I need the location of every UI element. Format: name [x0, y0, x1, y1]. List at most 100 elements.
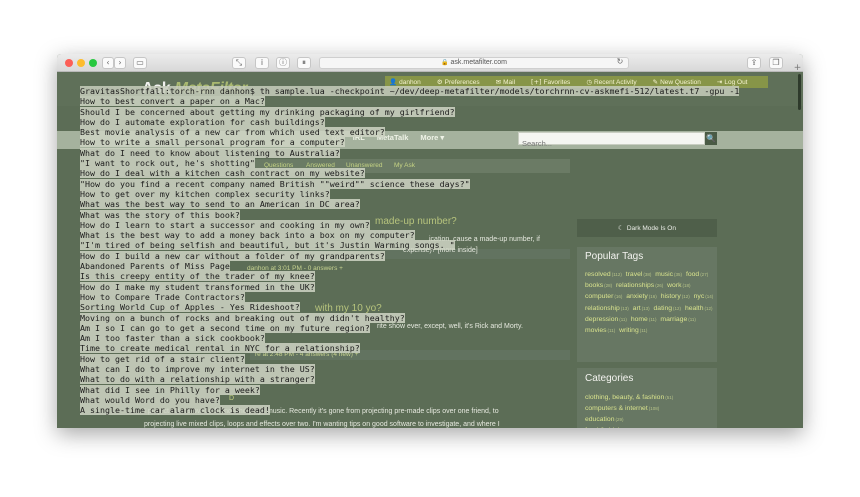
terminal-line: What was the story of this book? [80, 209, 780, 220]
terminal-line-text: What is the best way to add a money back… [80, 230, 415, 241]
terminal-line: Time to create medical rental in NYC for… [80, 343, 780, 354]
terminal-line: "I'm tired of being selfish and beautifu… [80, 240, 780, 251]
toolbar-button-1[interactable]: ⤡ [232, 57, 246, 69]
terminal-line: What is the best way to add a money back… [80, 230, 780, 241]
pause-icon: ⏸ [302, 58, 306, 67]
terminal-line: How to get over my kitchen complex secur… [80, 188, 780, 199]
terminal-line-text: Best movie analysis of a new car from wh… [80, 127, 385, 138]
terminal-line: What would Word do you have? [80, 394, 780, 405]
close-window-button[interactable] [65, 59, 73, 67]
terminal-line-text: What did I see in Philly for a week? [80, 384, 260, 395]
terminal-line: Sorting World Cup of Apples - Yes Ridesh… [80, 302, 780, 313]
terminal-line: What was the best way to send to an Amer… [80, 199, 780, 210]
user-icon: 👤 [389, 78, 398, 86]
terminal-line: What can I do to improve my internet in … [80, 364, 780, 375]
terminal-line-text: How to get rid of a stair client? [80, 353, 245, 364]
reload-button[interactable]: ↻ [615, 57, 625, 69]
address-bar[interactable]: 🔒 ask.metafilter.com [319, 57, 629, 69]
reload-icon: ↻ [616, 57, 624, 66]
tabs-icon: ❐ [772, 58, 780, 67]
terminal-line-text: Should I be concerned about getting my d… [80, 106, 455, 117]
terminal-line: How to Compare Trade Contractors? [80, 291, 780, 302]
share-button[interactable]: ⇪ [747, 57, 761, 69]
lock-icon: 🔒 [441, 59, 449, 66]
terminal-line-text: "How do you find a recent company named … [80, 178, 470, 189]
terminal-line-text: "I'm tired of being selfish and beautifu… [80, 240, 455, 251]
terminal-line-text: How do I automate exploration for cash b… [80, 116, 325, 127]
terminal-line-text: What do I need to know about listening t… [80, 147, 340, 158]
terminal-line-text: How do I learn to start a successor and … [80, 219, 370, 230]
terminal-line: How do I build a new car without a folde… [80, 250, 780, 261]
tabs-button[interactable]: ❐ [769, 57, 783, 69]
user-link-favorites[interactable]: [+] Favorites [531, 78, 578, 86]
minimize-window-button[interactable] [77, 59, 85, 67]
clock-icon: ◷ [586, 78, 592, 86]
terminal-line: How to write a small personal program fo… [80, 137, 780, 148]
terminal-line-text: What can I do to improve my internet in … [80, 364, 315, 375]
sidebar-button[interactable]: ▭ [133, 57, 147, 69]
category-count: (29) [615, 417, 624, 422]
mail-icon: ✉ [495, 78, 502, 86]
terminal-line-text: Is this creepy entity of the trader of m… [80, 271, 315, 282]
browser-window: ‹ › ▭ ⤡ ⅰ ⓘ ⏸ ⊕ 🔒ask.metafilter.com ↻ ⇪ … [57, 54, 803, 428]
gear-icon: ⚙ [436, 78, 443, 86]
terminal-line: How do I make my student transformed in … [80, 281, 780, 292]
terminal-line-text: Am I too faster than a sick cookbook? [80, 333, 265, 344]
logout-icon: ⇥ [716, 78, 723, 86]
scrollbar-thumb[interactable] [798, 74, 801, 110]
terminal-line: What did I see in Philly for a week? [80, 384, 780, 395]
user-link-preferences[interactable]: ⚙ Preferences [437, 78, 488, 86]
terminal-line-text: What was the story of this book? [80, 209, 240, 220]
terminal-line: Am I too faster than a sick cookbook? [80, 333, 780, 344]
pencil-icon: ✎ [652, 78, 659, 86]
toolbar-button-3[interactable]: ⓘ [276, 57, 290, 69]
category-name: food & drink [585, 427, 621, 428]
back-button[interactable]: ‹ [102, 57, 114, 69]
zoom-window-button[interactable] [89, 59, 97, 67]
terminal-line: "I want to rock out, he's shotting" [80, 158, 780, 169]
back-arrow-icon: ‹ [106, 58, 110, 67]
info-icon: ⓘ [279, 58, 287, 67]
toolbar-button-4[interactable]: ⏸ [297, 57, 311, 69]
terminal-line-text: How do I deal with a kitchen cash contra… [80, 168, 365, 179]
terminal-line: Is this creepy entity of the trader of m… [80, 271, 780, 282]
terminal-line: What do I need to know about listening t… [80, 147, 780, 158]
terminal-line-text: How to get over my kitchen complex secur… [80, 188, 330, 199]
terminal-line: How do I automate exploration for cash b… [80, 116, 780, 127]
terminal-line: Moving on a bunch of rocks and breaking … [80, 312, 780, 323]
terminal-line: Am I so I can go to get a second time on… [80, 322, 780, 333]
terminal-line-text: Abandoned Parents of Miss Page [80, 261, 230, 272]
user-link-mail[interactable]: ✉ Mail [496, 78, 523, 86]
reader-icon: ⅰ [260, 58, 264, 67]
user-link-log-out[interactable]: ⇥ Log Out [717, 78, 756, 86]
terminal-line: "How do you find a recent company named … [80, 178, 780, 189]
browser-toolbar: ‹ › ▭ ⤡ ⅰ ⓘ ⏸ ⊕ 🔒ask.metafilter.com ↻ ⇪ … [57, 54, 803, 72]
terminal-line: How to get rid of a stair client? [80, 353, 780, 364]
terminal-line: Abandoned Parents of Miss Page [80, 261, 780, 272]
terminal-line-text: What was the best way to send to an Amer… [80, 199, 360, 210]
terminal-line-text: Sorting World Cup of Apples - Yes Ridesh… [80, 302, 300, 313]
terminal-line-text: Moving on a bunch of rocks and breaking … [80, 312, 405, 323]
category-name: education [585, 416, 615, 423]
user-link-recent-activity[interactable]: ◷ Recent Activity [586, 78, 644, 86]
terminal-command-line: GravitasShortfall:torch-rnn danhon$ th s… [80, 86, 780, 96]
terminal-line: A single-time car alarm clock is dead! [80, 405, 780, 416]
toolbar-button-2[interactable]: ⅰ [255, 57, 269, 69]
terminal-line-text: How do I build a new car without a folde… [80, 250, 385, 261]
terminal-line: How to best convert a paper on a Mac? [80, 96, 780, 107]
web-page: Ask MetaFilter 👤danhon ⚙Preferences ✉Mai… [57, 72, 803, 428]
terminal-line-text: How to best convert a paper on a Mac? [80, 96, 265, 107]
terminal-line-text: What would Word do you have? [80, 394, 220, 405]
terminal-line-text: Am I so I can go to get a second time on… [80, 322, 370, 333]
terminal-line-text: How to write a small personal program fo… [80, 137, 345, 148]
user-link-new-question[interactable]: ✎ New Question [653, 78, 709, 86]
terminal-command: GravitasShortfall:torch-rnn danhon$ th s… [80, 86, 740, 96]
category-link[interactable]: food & drink(58) [585, 425, 715, 428]
terminal-line-text: Time to create medical rental in NYC for… [80, 343, 360, 354]
address-text: ask.metafilter.com [450, 59, 507, 66]
category-link[interactable]: education(29) [585, 414, 715, 425]
post-3-excerpt-line-2: projecting live mixed clips, loops and e… [144, 421, 500, 428]
forward-button[interactable]: › [114, 57, 126, 69]
share-icon: ⇪ [750, 58, 758, 67]
user-link-danhon[interactable]: 👤 danhon [389, 78, 429, 86]
